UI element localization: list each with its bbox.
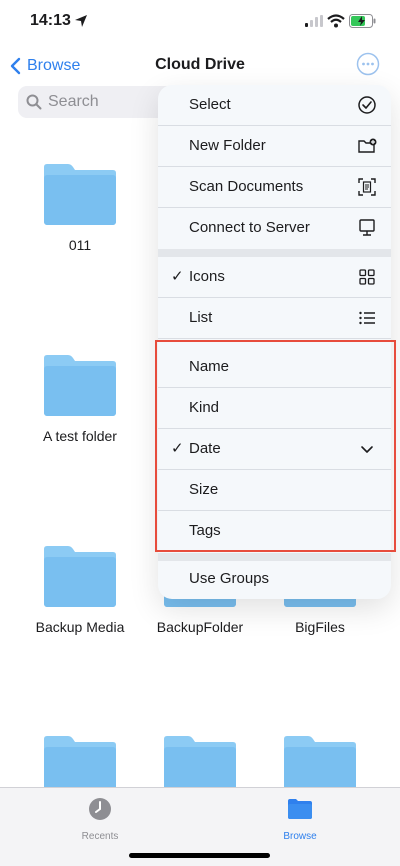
list-icon — [359, 311, 375, 325]
navigation-bar: Browse Cloud Drive — [0, 44, 400, 88]
menu-item-label: Connect to Server — [189, 219, 310, 236]
wifi-icon — [327, 14, 345, 28]
menu-item-label: Icons — [189, 268, 225, 285]
menu-item-scan-documents[interactable]: Scan Documents — [158, 167, 391, 208]
menu-item-label: List — [189, 309, 213, 326]
cellular-signal-icon — [305, 15, 323, 27]
status-bar: 14:13 — [0, 0, 400, 44]
search-placeholder: Search — [48, 93, 99, 110]
folder-name: Backup Media — [35, 619, 125, 635]
menu-item-label: New Folder — [189, 137, 266, 154]
folder-icon — [44, 355, 116, 416]
menu-item-label: Select — [189, 96, 231, 113]
checkmark-icon: ✓ — [171, 268, 184, 285]
folder-plus-icon — [358, 138, 377, 153]
folder-item[interactable]: 011 — [20, 163, 140, 253]
menu-item-new-folder[interactable]: New Folder — [158, 126, 391, 167]
status-time: 14:13 — [30, 12, 71, 29]
menu-item-label: Scan Documents — [189, 178, 304, 195]
folder-name: A test folder — [43, 428, 117, 444]
folder-item[interactable]: A test folder — [20, 354, 140, 444]
folder-icon — [44, 546, 116, 607]
menu-item-icons[interactable]: ✓ Icons — [158, 257, 391, 298]
menu-item-connect-to-server[interactable]: Connect to Server — [158, 208, 391, 248]
scan-document-icon — [358, 178, 376, 196]
tab-recents[interactable]: Recents — [50, 796, 150, 842]
more-options-icon[interactable] — [356, 52, 380, 76]
folder-item[interactable]: Backup Media — [20, 545, 140, 635]
checkmark-circle-icon — [358, 96, 376, 114]
folder-name: BigFiles — [295, 619, 345, 635]
folder-name: 011 — [68, 237, 92, 253]
tab-label: Browse — [283, 831, 317, 842]
menu-item-select[interactable]: Select — [158, 85, 391, 126]
tab-browse[interactable]: Browse — [250, 796, 350, 842]
monitor-icon — [359, 219, 375, 236]
clock-icon — [89, 798, 111, 820]
location-arrow-icon — [75, 15, 87, 27]
grid-icon — [359, 269, 375, 285]
home-indicator[interactable] — [129, 853, 270, 858]
page-title: Cloud Drive — [155, 56, 245, 73]
battery-charging-icon — [349, 14, 376, 28]
folder-name: BackupFolder — [156, 619, 244, 635]
tab-label: Recents — [81, 831, 119, 842]
highlight-box — [155, 340, 396, 552]
menu-section-divider — [158, 249, 391, 257]
folder-icon — [44, 164, 116, 225]
folder-icon — [288, 799, 312, 819]
menu-item-use-groups[interactable]: Use Groups — [158, 559, 391, 599]
search-icon — [26, 94, 42, 110]
menu-item-list[interactable]: List — [158, 298, 391, 339]
menu-item-label: Use Groups — [189, 570, 270, 587]
